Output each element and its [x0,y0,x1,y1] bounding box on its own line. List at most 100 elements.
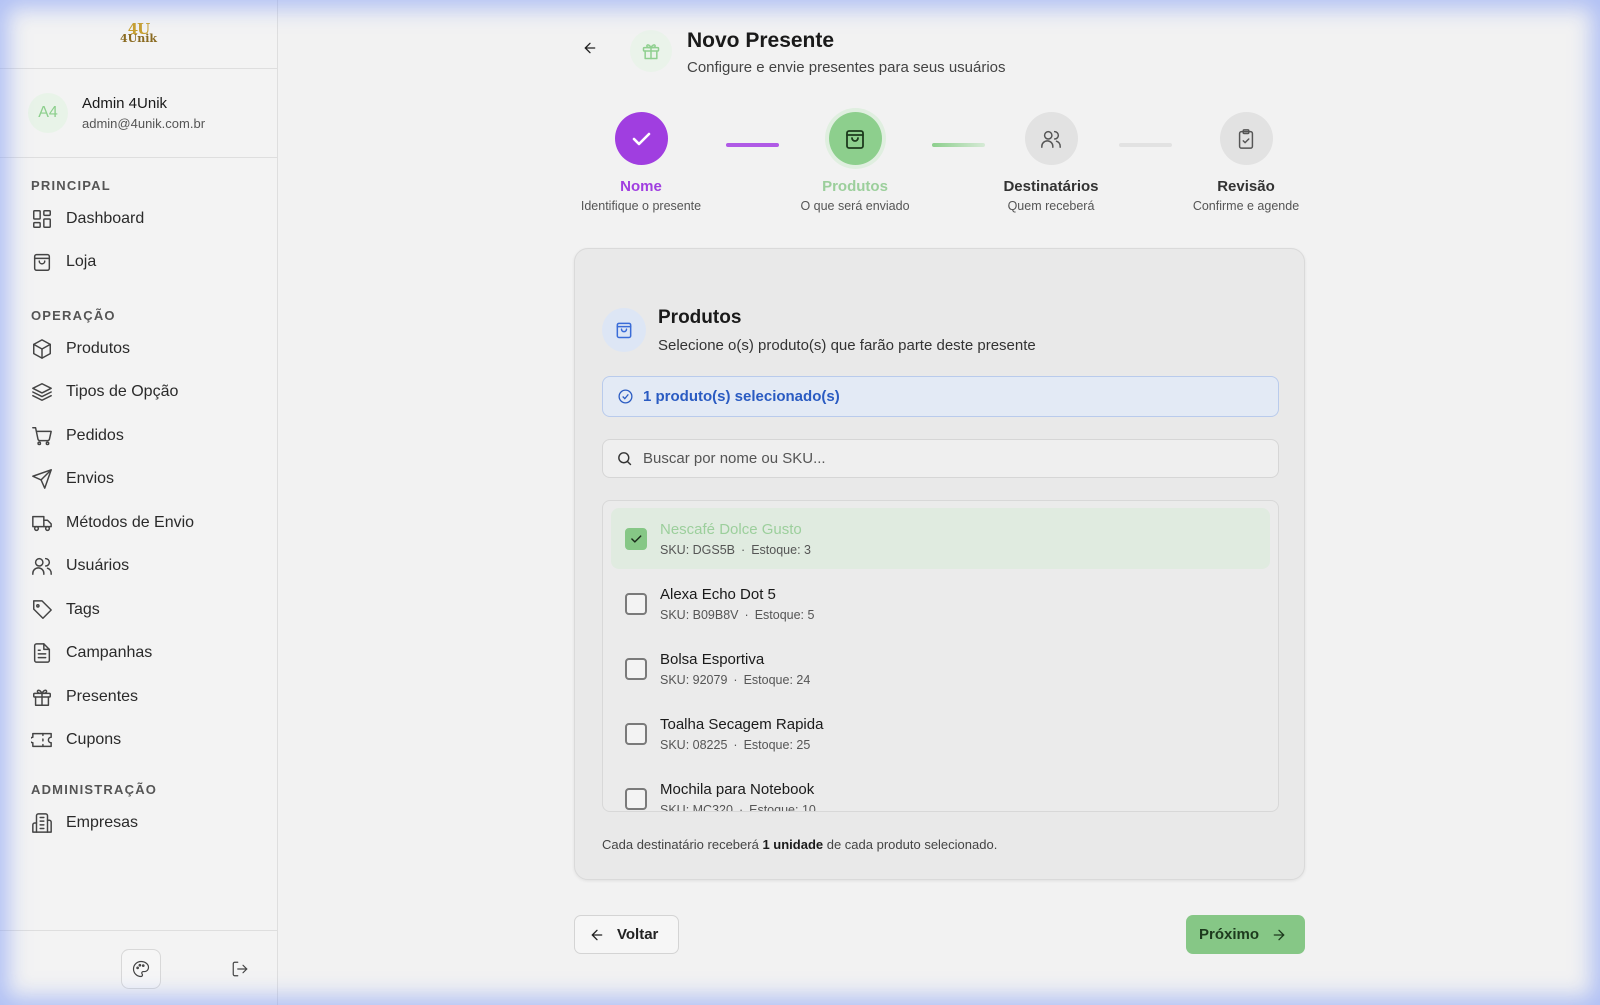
sidebar-item-label: Tags [66,600,100,618]
truck-icon [32,515,52,531]
gift-icon [33,689,51,706]
product-stock: Estoque: 25 [743,737,811,752]
card-bag-badge [602,308,646,352]
sidebar-footer [0,930,278,1005]
step-label: Nome [620,178,662,195]
sidebar-item-cupons[interactable]: Cupons [0,719,277,763]
sidebar-item-tags[interactable]: Tags [0,588,277,632]
sidebar-item-loja[interactable]: Loja [0,241,277,285]
product-row[interactable]: Bolsa Esportiva SKU: 92079 · Estoque: 24 [611,638,1270,699]
step-circle-done [614,112,668,165]
card-note: Cada destinatário receberá 1 unidade de … [602,837,997,852]
logo-text-bottom: 4Unik [119,32,158,45]
product-checkbox[interactable] [625,787,647,810]
step-circle-active [828,112,882,165]
step-nome[interactable]: Nome Identifique o presente [561,112,721,213]
product-checkbox[interactable] [625,657,647,680]
product-sku: SKU: 08225 [660,737,728,752]
product-sku: SKU: MC320 [660,802,733,812]
product-stock: Estoque: 24 [743,672,811,687]
note-prefix: Cada destinatário receberá [602,837,763,852]
logout-icon [232,961,248,977]
step-revisao[interactable]: Revisão Confirme e agende [1166,112,1326,213]
building-icon [32,812,52,833]
search-input[interactable] [643,450,1243,467]
sidebar-item-empresas[interactable]: Empresas [0,801,277,845]
step-desc: Quem receberá [1007,199,1095,213]
product-name: Toalha Secagem Rapida [660,715,824,733]
step-produtos[interactable]: Produtos O que será enviado [775,112,935,213]
user-profile: A4 Admin 4Unik admin@4unik.com.br [0,69,277,158]
users-icon [32,558,52,576]
gift-icon [642,44,660,60]
logout-button[interactable] [228,957,252,981]
step-destinatarios[interactable]: Destinatários Quem receberá [971,112,1131,213]
product-name: Alexa Echo Dot 5 [660,585,776,603]
next-button[interactable]: Próximo [1186,915,1305,954]
step-circle-pending [1219,112,1273,165]
sidebar-item-label: Empresas [66,813,139,831]
back-button-label: Voltar [617,926,659,943]
step-connector-1 [726,143,779,147]
sidebar-item-tipos-de-opcao[interactable]: Tipos de Opção [0,371,277,415]
header-gift-badge [630,30,672,72]
nav-section-operacao: OPERAÇÃO [31,308,116,323]
product-stock: Estoque: 3 [751,542,811,557]
logo[interactable]: 4U 4Unik [0,0,277,69]
step-desc: O que será enviado [800,199,910,213]
shopping-bag-icon [846,129,864,149]
product-checkbox[interactable] [625,592,647,615]
product-name: Nescafé Dolce Gusto [660,520,802,538]
product-checkbox[interactable] [625,722,647,745]
note-suffix: de cada produto selecionado. [823,837,998,852]
nav-section-principal: PRINCIPAL [31,178,111,193]
clipboard-check-icon [1238,128,1254,149]
step-label: Destinatários [1003,178,1099,195]
avatar: A4 [28,93,68,133]
sidebar-item-dashboard[interactable]: Dashboard [0,197,277,241]
product-sku: SKU: 92079 [660,672,728,687]
dashboard-icon [33,209,51,228]
back-arrow-button[interactable] [582,40,604,62]
step-desc: Identifique o presente [580,199,702,213]
sidebar-item-label: Campanhas [66,644,153,662]
back-button[interactable]: Voltar [574,915,679,954]
sidebar-item-metodos-de-envio[interactable]: Métodos de Envio [0,501,277,545]
sidebar-item-produtos[interactable]: Produtos [0,327,277,371]
check-circle-icon [618,389,633,404]
product-search[interactable] [602,439,1279,478]
nav-section-administracao: ADMINISTRAÇÃO [31,782,158,797]
theme-button[interactable] [121,949,161,989]
step-label: Revisão [1217,178,1275,195]
sidebar-item-presentes[interactable]: Presentes [0,675,277,719]
sidebar-item-envios[interactable]: Envios [0,458,277,502]
step-connector-3 [1119,143,1172,147]
product-row[interactable]: Nescafé Dolce Gusto SKU: DGS5B · Estoque: … [611,508,1270,569]
page-subtitle: Configure e envie presentes para seus us… [687,59,1006,76]
tag-icon [33,599,52,619]
file-text-icon [33,643,51,664]
sidebar-item-pedidos[interactable]: Pedidos [0,414,277,458]
sidebar-item-label: Usuários [66,557,130,575]
product-name: Mochila para Notebook [660,780,815,798]
sidebar-item-label: Métodos de Envio [66,513,195,531]
sidebar-item-label: Cupons [66,731,122,749]
ticket-icon [31,733,52,748]
product-row[interactable]: Alexa Echo Dot 5 SKU: B09B8V · Estoque: 5 [611,573,1270,634]
sidebar-item-campanhas[interactable]: Campanhas [0,632,277,676]
product-row[interactable]: Toalha Secagem Rapida SKU: 08225 · Estoque… [611,703,1270,764]
next-button-label: Próximo [1199,926,1260,943]
product-row[interactable]: Mochila para Notebook SKU: MC320 · Estoque… [611,768,1270,812]
palette-icon [132,960,150,978]
sidebar-item-label: Envios [66,470,115,488]
check-icon [631,534,642,543]
search-icon [618,452,632,466]
product-list[interactable]: Nescafé Dolce Gusto SKU: DGS5B · Estoque: … [602,500,1279,812]
sidebar-item-label: Loja [66,253,97,271]
check-icon [632,132,651,145]
sidebar-item-label: Dashboard [66,209,145,227]
sidebar-item-usuarios[interactable]: Usuários [0,545,277,589]
product-checkbox[interactable] [625,527,647,550]
users-icon [1041,130,1061,148]
arrow-right-icon [1273,929,1285,940]
